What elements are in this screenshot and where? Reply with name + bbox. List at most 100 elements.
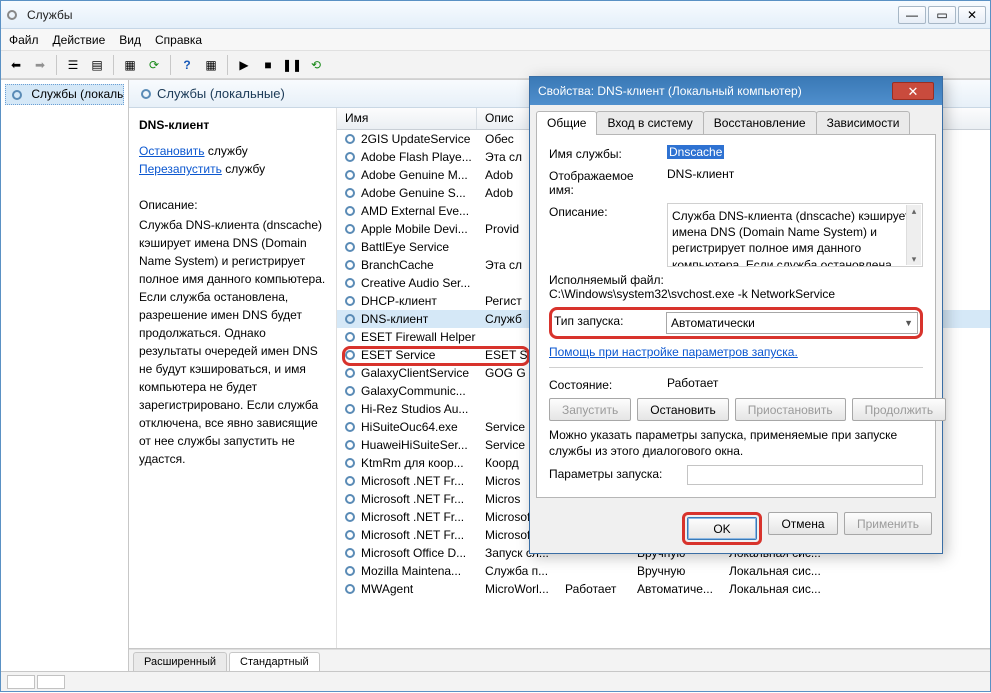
gear-icon (343, 348, 357, 362)
gear-icon (343, 384, 357, 398)
gear-icon (10, 88, 24, 102)
table-row[interactable]: MWAgentMicroWorl...РаботаетАвтоматиче...… (337, 580, 990, 598)
cancel-button[interactable]: Отмена (768, 512, 838, 535)
label-start-params: Параметры запуска: (549, 465, 679, 481)
gear-icon (343, 312, 357, 326)
value-executable: C:\Windows\system32\svchost.exe -k Netwo… (549, 287, 923, 301)
refresh-button[interactable]: ⟳ (143, 54, 165, 76)
label-display-name: Отображаемое имя: (549, 167, 659, 197)
detail-title: DNS-клиент (139, 116, 326, 134)
start-service-button[interactable]: ▶ (233, 54, 255, 76)
tab-recovery[interactable]: Восстановление (703, 111, 817, 134)
status-pane (37, 675, 65, 689)
gear-icon (343, 168, 357, 182)
tab-extended[interactable]: Расширенный (133, 652, 227, 671)
tab-logon[interactable]: Вход в систему (596, 111, 703, 134)
label-executable: Исполняемый файл: (549, 273, 923, 287)
tab-dependencies[interactable]: Зависимости (816, 111, 911, 134)
gear-icon (343, 294, 357, 308)
tab-standard[interactable]: Стандартный (229, 652, 320, 671)
gear-icon (343, 438, 357, 452)
dialog-tabs: Общие Вход в систему Восстановление Зави… (530, 105, 942, 134)
forward-button[interactable]: ➡ (29, 54, 51, 76)
gear-icon (343, 474, 357, 488)
gear-icon (343, 222, 357, 236)
start-params-input[interactable] (687, 465, 923, 485)
menubar: Файл Действие Вид Справка (1, 29, 990, 51)
gear-icon (343, 456, 357, 470)
detail-desc-label: Описание: (139, 196, 326, 214)
tree-pane: Службы (локалы (1, 80, 129, 671)
export-button[interactable]: ▦ (119, 54, 141, 76)
gear-icon (343, 330, 357, 344)
description-textarea[interactable]: Служба DNS-клиента (dnscache) кэширует и… (667, 203, 923, 267)
gear-icon (343, 546, 357, 560)
options-button[interactable]: ▦ (200, 54, 222, 76)
stop-service-button[interactable]: ■ (257, 54, 279, 76)
startup-help-link[interactable]: Помощь при настройке параметров запуска. (549, 345, 798, 359)
restart-link[interactable]: Перезапустить (139, 162, 222, 176)
bottom-tabs: Расширенный Стандартный (129, 649, 990, 671)
properties-dialog: Свойства: DNS-клиент (Локальный компьюте… (529, 76, 943, 554)
status-pane (7, 675, 35, 689)
gear-icon (343, 420, 357, 434)
startup-type-highlight: Тип запуска: Автоматически ▼ (549, 307, 923, 339)
scrollbar[interactable] (906, 205, 921, 265)
start-button[interactable]: Запустить (549, 398, 631, 421)
ok-button[interactable]: OK (687, 517, 757, 540)
gear-icon (343, 132, 357, 146)
label-description: Описание: (549, 203, 659, 219)
dialog-titlebar: Свойства: DNS-клиент (Локальный компьюте… (530, 77, 942, 105)
tab-general[interactable]: Общие (536, 111, 597, 134)
service-control-buttons: Запустить Остановить Приостановить Продо… (549, 398, 923, 421)
titlebar: Службы — ▭ ✕ (1, 1, 990, 29)
maximize-button[interactable]: ▭ (928, 6, 956, 24)
stop-button[interactable]: Остановить (637, 398, 729, 421)
label-startup-type: Тип запуска: (554, 312, 658, 328)
resume-button[interactable]: Продолжить (852, 398, 947, 421)
pause-service-button[interactable]: ❚❚ (281, 54, 303, 76)
ok-highlight: OK (682, 512, 762, 545)
startup-params-note: Можно указать параметры запуска, применя… (549, 427, 923, 459)
help-button[interactable]: ? (176, 54, 198, 76)
gear-icon (343, 582, 357, 596)
chevron-down-icon: ▼ (904, 318, 913, 328)
pause-button[interactable]: Приостановить (735, 398, 846, 421)
detail-panel: DNS-клиент Остановить службу Перезапусти… (129, 108, 337, 648)
gear-icon (343, 402, 357, 416)
stop-link[interactable]: Остановить (139, 144, 205, 158)
dialog-buttons: OK Отмена Применить (530, 504, 942, 553)
dialog-title: Свойства: DNS-клиент (Локальный компьюте… (538, 84, 892, 98)
gear-icon (343, 510, 357, 524)
detail-desc: Служба DNS-клиента (dnscache) кэширует и… (139, 216, 326, 468)
restart-service-button[interactable]: ⟲ (305, 54, 327, 76)
value-state: Работает (667, 376, 923, 390)
minimize-button[interactable]: — (898, 6, 926, 24)
back-button[interactable]: ⬅ (5, 54, 27, 76)
gear-icon (343, 564, 357, 578)
toolbar: ⬅ ➡ ☰ ▤ ▦ ⟳ ? ▦ ▶ ■ ❚❚ ⟲ (1, 51, 990, 79)
app-icon (5, 8, 19, 22)
properties-button[interactable]: ▤ (86, 54, 108, 76)
show-hide-button[interactable]: ☰ (62, 54, 84, 76)
gear-icon (343, 258, 357, 272)
close-button[interactable]: ✕ (958, 6, 986, 24)
dialog-close-button[interactable]: ✕ (892, 82, 934, 100)
menu-view[interactable]: Вид (119, 33, 141, 47)
menu-file[interactable]: Файл (9, 33, 39, 47)
gear-icon (343, 528, 357, 542)
col-name[interactable]: Имя (337, 108, 477, 129)
gear-icon (343, 366, 357, 380)
menu-action[interactable]: Действие (53, 33, 106, 47)
startup-type-select[interactable]: Автоматически ▼ (666, 312, 918, 334)
gear-icon (343, 240, 357, 254)
menu-help[interactable]: Справка (155, 33, 202, 47)
value-display-name: DNS-клиент (667, 167, 923, 181)
gear-icon (343, 150, 357, 164)
window-title: Службы (27, 8, 896, 22)
dialog-body: Имя службы: Dnscache Отображаемое имя: D… (536, 134, 936, 498)
label-state: Состояние: (549, 376, 659, 392)
tree-root[interactable]: Службы (локалы (5, 84, 124, 105)
apply-button[interactable]: Применить (844, 512, 932, 535)
table-row[interactable]: Mozilla Maintena...Служба п...ВручнуюЛок… (337, 562, 990, 580)
